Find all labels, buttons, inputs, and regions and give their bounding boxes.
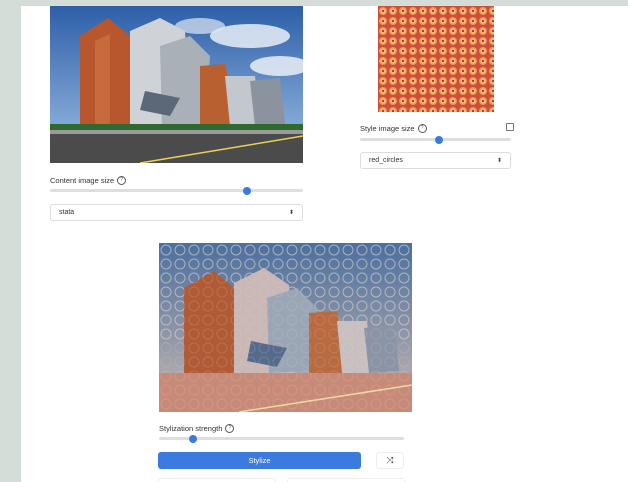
style-size-slider[interactable]	[360, 135, 511, 144]
style-select-value: red_circles	[369, 157, 403, 164]
style-image	[378, 6, 494, 112]
style-size-label-text: Style image size	[360, 124, 415, 133]
strength-label: Stylization strength ?	[159, 424, 235, 433]
shuffle-button[interactable]: ⤨	[376, 452, 404, 469]
style-image-select[interactable]: red_circles ⬍	[360, 152, 511, 169]
content-size-label: Content image size ?	[50, 176, 127, 185]
content-size-label-text: Content image size	[50, 176, 115, 185]
style-size-label: Style image size ?	[360, 124, 427, 133]
shuffle-icon: ⤨	[386, 455, 394, 465]
bottom-button-right[interactable]	[287, 478, 405, 482]
strength-slider-thumb[interactable]	[189, 434, 197, 443]
content-image-select[interactable]: stata ⬍	[50, 204, 303, 221]
stylize-button-label: Stylize	[248, 456, 271, 465]
style-size-slider-thumb[interactable]	[435, 135, 443, 144]
content-select-value: stata	[59, 209, 75, 216]
help-icon[interactable]: ?	[417, 124, 427, 133]
chevron-updown-icon: ⬍	[288, 210, 294, 216]
style-checkbox[interactable]	[506, 123, 514, 131]
content-size-slider[interactable]	[50, 186, 303, 195]
app-panel: Content image size ? stata ⬍ Style image…	[21, 6, 628, 482]
help-icon[interactable]: ?	[225, 424, 235, 433]
bottom-button-left[interactable]	[158, 478, 276, 482]
content-size-slider-thumb[interactable]	[243, 186, 251, 195]
help-icon[interactable]: ?	[117, 176, 127, 185]
stylized-image	[159, 243, 412, 412]
chevron-updown-icon: ⬍	[496, 158, 502, 164]
strength-slider[interactable]	[159, 434, 404, 443]
stylize-button[interactable]: Stylize	[158, 452, 361, 469]
strength-label-text: Stylization strength	[159, 424, 223, 433]
content-image	[50, 6, 303, 163]
